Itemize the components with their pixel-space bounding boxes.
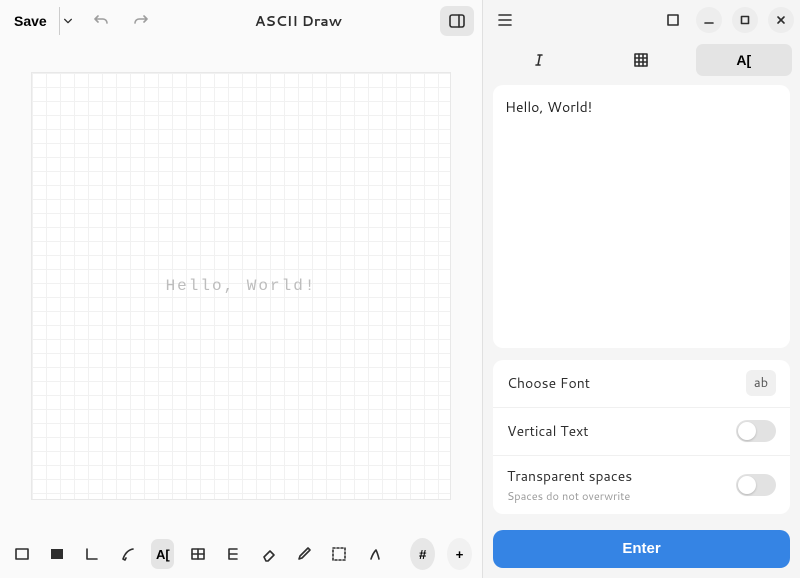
tool-filled-rectangle[interactable] [45, 539, 68, 569]
choose-font-label: Choose Font [507, 373, 738, 393]
tool-line[interactable] [81, 539, 104, 569]
undo-button[interactable] [85, 5, 117, 37]
picker-icon [296, 546, 312, 562]
chevron-down-icon [63, 16, 73, 26]
transparent-spaces-hint: Spaces do not overwrite [507, 488, 728, 504]
text-input-card [493, 85, 790, 348]
brush-icon [120, 546, 136, 562]
close-button[interactable] [768, 7, 794, 33]
save-menu-dropdown[interactable] [59, 7, 77, 35]
panel-icon [449, 14, 465, 28]
vertical-text-label: Vertical Text [507, 421, 728, 441]
close-icon [776, 15, 786, 25]
app-title: ASCII Draw [159, 11, 438, 31]
redo-icon [133, 13, 149, 29]
vertical-text-row: Vertical Text [493, 408, 790, 456]
grid-icon [634, 53, 648, 67]
drawing-canvas[interactable]: Hello, World! [31, 72, 451, 500]
hash-icon: # [419, 547, 426, 562]
plus-icon: + [456, 547, 464, 562]
tool-text[interactable]: A[ [151, 539, 174, 569]
window-toggle-button[interactable] [660, 7, 686, 33]
italic-icon [531, 53, 547, 67]
tool-rectangle[interactable] [10, 539, 33, 569]
enter-button[interactable]: Enter [493, 530, 790, 568]
square-icon [667, 14, 679, 26]
font-preview-chip: ab [746, 370, 776, 396]
tool-picker[interactable] [292, 539, 315, 569]
table-icon [190, 546, 206, 562]
tool-table[interactable] [186, 539, 209, 569]
transparent-spaces-switch[interactable] [736, 474, 776, 496]
hamburger-icon [497, 13, 513, 27]
tool-select[interactable] [328, 539, 351, 569]
tool-freehand[interactable] [116, 539, 139, 569]
right-header [483, 0, 800, 40]
line-icon [84, 546, 100, 562]
choose-font-row[interactable]: Choose Font ab [493, 360, 790, 408]
tools-toolbar: A[ # + [0, 530, 482, 578]
rectangle-icon [14, 546, 30, 562]
redo-button[interactable] [125, 5, 157, 37]
left-pane: Save ASCII Draw Hello, World! A[ # [0, 0, 482, 578]
tab-style[interactable] [491, 44, 587, 76]
text-tab-icon: A[ [736, 52, 751, 68]
transparent-spaces-row: Transparent spaces Spaces do not overwri… [493, 456, 790, 514]
text-input[interactable] [505, 97, 778, 336]
character-button[interactable]: # [410, 538, 435, 570]
canvas-preview-text: Hello, World! [166, 277, 317, 295]
move-icon [367, 546, 383, 562]
canvas-area: Hello, World! [0, 42, 482, 530]
tab-grid[interactable] [593, 44, 689, 76]
maximize-button[interactable] [732, 7, 758, 33]
undo-icon [93, 13, 109, 29]
tool-eraser[interactable] [257, 539, 280, 569]
right-pane: A[ Choose Font ab Vertical Text Transpar… [482, 0, 800, 578]
tool-move[interactable] [363, 539, 386, 569]
tree-icon [225, 546, 241, 562]
filled-rectangle-icon [49, 546, 65, 562]
left-header: Save ASCII Draw [0, 0, 482, 42]
text-options-card: Choose Font ab Vertical Text Transparent… [493, 360, 790, 514]
vertical-text-switch[interactable] [736, 420, 776, 442]
save-button[interactable]: Save [6, 7, 55, 35]
transparent-spaces-label: Transparent spaces [507, 466, 728, 486]
minimize-icon [704, 15, 714, 25]
panel-tabs: A[ [483, 40, 800, 78]
tool-tree[interactable] [222, 539, 245, 569]
toggle-sidebar-button[interactable] [440, 6, 474, 36]
maximize-icon [740, 15, 750, 25]
minimize-button[interactable] [696, 7, 722, 33]
text-tool-icon: A[ [156, 547, 170, 562]
tab-text[interactable]: A[ [696, 44, 792, 76]
main-menu-button[interactable] [489, 4, 521, 36]
eraser-icon [261, 546, 277, 562]
select-icon [331, 546, 347, 562]
add-button[interactable]: + [447, 538, 472, 570]
